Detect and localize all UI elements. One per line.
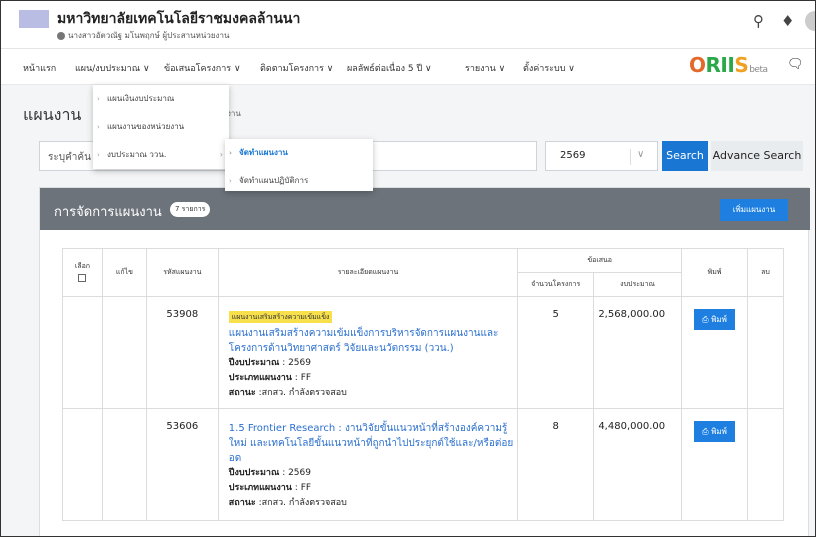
plan-year: ปีงบประมาณ : 2569: [228, 358, 311, 368]
card-title: การจัดการแผนงาน: [54, 205, 162, 220]
breadcrumb: งาน: [227, 109, 241, 118]
srii-submenu: › จัดทำแผนงาน › จัดทำแผนปฏิบัติการ: [225, 139, 373, 191]
plan-card: การจัดการแผนงาน 7 รายการ เพิ่มแผนงาน เลื…: [39, 187, 810, 536]
bell-icon[interactable]: ♦: [781, 12, 794, 30]
col-delete: ลบ: [747, 248, 784, 297]
plan-title-link[interactable]: แผนงานเสริมสร้างความเข้มแข็งการบริหารจัด…: [229, 326, 517, 356]
advance-search-button[interactable]: Advance Search: [711, 141, 803, 171]
plan-budget-dropdown: › แผนเงินงบประมาณ › แผนงานของหน่วยงาน › งบป…: [93, 85, 229, 169]
plan-detail: แผนงานเสริมสร้างความเข้มแข็ง แผนงานเสริม…: [217, 296, 519, 409]
add-plan-button[interactable]: เพิ่มแผนงาน: [720, 199, 788, 221]
col-print: พิมพ์: [681, 248, 749, 297]
col-select: เลือก: [62, 248, 103, 297]
university-logo: [19, 10, 49, 28]
row-select: [62, 296, 103, 409]
search-button[interactable]: Search: [662, 141, 708, 171]
row-delete: [747, 408, 784, 521]
plan-tag: แผนงานเสริมสร้างความเข้มแข็ง: [228, 311, 333, 323]
col-code: รหัสแผนงาน: [145, 248, 219, 297]
nav-item-proposal[interactable]: ข้อเสนอโครงการ ∨: [164, 61, 241, 75]
plan-type: ประเภทแผนงาน : FF: [228, 483, 312, 493]
print-button[interactable]: ⎙ พิมพ์: [694, 309, 735, 330]
user-name: นางสาวอัตวณัฐ มโนพฤกษ์ ผู้ประสานหน่วยงาน: [68, 31, 230, 40]
plan-detail: 1.5 Frontier Research : งานวิจัยขั้นแนวห…: [217, 408, 519, 521]
project-count: 5: [517, 296, 595, 409]
menu-item-budget-plan[interactable]: › แผนเงินงบประมาณ: [93, 85, 229, 113]
plan-status: สถานะ :สกสว. กำลังตรวจสอบ: [228, 388, 347, 398]
budget-amount: 2,568,000.00: [593, 296, 683, 409]
plan-code: 53908: [145, 296, 219, 409]
col-detail: รายละเอียดแผนงาน: [217, 248, 519, 297]
app-window: มหาวิทยาลัยเทคโนโลยีราชมงคลล้านนา นางสาว…: [0, 0, 816, 537]
nav-item-tracking[interactable]: ติดตามโครงการ ∨: [260, 61, 333, 75]
plan-type: ประเภทแผนงาน : FF: [228, 373, 312, 383]
avatar[interactable]: [805, 11, 815, 31]
count-badge: 7 รายการ: [170, 202, 211, 217]
chat-icon[interactable]: 🗨: [787, 57, 804, 72]
card-header: การจัดการแผนงาน 7 รายการ เพิ่มแผนงาน: [40, 188, 810, 230]
print-button[interactable]: ⎙ พิมพ์: [694, 421, 735, 442]
university-name: มหาวิทยาลัยเทคโนโลยีราชมงคลล้านนา: [57, 11, 301, 27]
page-title: แผนงาน: [23, 105, 82, 124]
search-icon[interactable]: ⚲: [753, 12, 764, 30]
nav-item-settings[interactable]: ตั้งค่าระบบ ∨: [523, 61, 575, 75]
user-info: นางสาวอัตวณัฐ มโนพฤกษ์ ผู้ประสานหน่วยงาน: [57, 29, 229, 42]
row-print: ⎙ พิมพ์: [681, 408, 749, 521]
user-icon: [57, 31, 65, 40]
nav-item-plan-budget[interactable]: แผน/งบประมาณ ∨: [75, 61, 150, 75]
nav-item-home[interactable]: หน้าแรก: [23, 61, 56, 75]
printer-icon: ⎙: [702, 315, 712, 324]
row-print: ⎙ พิมพ์: [681, 296, 749, 409]
plan-status: สถานะ :สกสว. กำลังตรวจสอบ: [228, 498, 347, 508]
table-row: 53606 1.5 Frontier Research : งานวิจัยขั…: [62, 408, 784, 521]
col-proposal: ข้อเสนอ: [517, 248, 683, 273]
year-value: 2569: [560, 150, 586, 161]
row-edit: [101, 296, 147, 409]
project-count: 8: [517, 408, 595, 521]
col-count: จำนวนโครงการ: [517, 272, 595, 297]
printer-icon: ⎙: [702, 427, 712, 436]
year-select[interactable]: 2569 ∨: [545, 141, 658, 171]
menu-item-srii-budget[interactable]: › งบประมาณ ววน. ›: [93, 141, 229, 169]
table-row: 53908 แผนงานเสริมสร้างความเข้มแข็ง แผนงา…: [62, 296, 784, 409]
col-edit: แก้ไข: [101, 248, 147, 297]
budget-amount: 4,480,000.00: [593, 408, 683, 521]
row-select: [62, 408, 103, 521]
top-header: มหาวิทยาลัยเทคโนโลยีราชมงคลล้านนา นางสาว…: [1, 1, 815, 49]
menu-item-unit-plan[interactable]: › แผนงานของหน่วยงาน: [93, 113, 229, 141]
menu-item-create-plan[interactable]: › จัดทำแผนงาน: [225, 139, 373, 167]
menu-item-create-action-plan[interactable]: › จัดทำแผนปฏิบัติการ: [225, 167, 373, 195]
plan-code: 53606: [145, 408, 219, 521]
nav-item-reports[interactable]: รายงาน ∨: [465, 61, 505, 75]
row-edit: [101, 408, 147, 521]
plan-table: เลือก แก้ไข รหัสแผนงาน รายละเอียดแผนงาน …: [62, 248, 784, 521]
select-all-checkbox[interactable]: [78, 274, 87, 282]
plan-year: ปีงบประมาณ : 2569: [228, 468, 311, 478]
oriis-logo: ORIISbeta: [689, 53, 768, 77]
main-nav: หน้าแรก แผน/งบประมาณ ∨ ข้อเสนอโครงการ ∨ …: [1, 49, 815, 85]
chevron-right-icon: ›: [219, 150, 223, 159]
row-delete: [747, 296, 784, 409]
chevron-down-icon: ∨: [630, 149, 644, 165]
plan-title-link[interactable]: 1.5 Frontier Research : งานวิจัยขั้นแนวห…: [229, 421, 517, 466]
col-budget: งบประมาณ: [593, 272, 683, 297]
nav-item-outcomes[interactable]: ผลลัพธ์ต่อเนื่อง 5 ปี ∨: [347, 61, 432, 75]
